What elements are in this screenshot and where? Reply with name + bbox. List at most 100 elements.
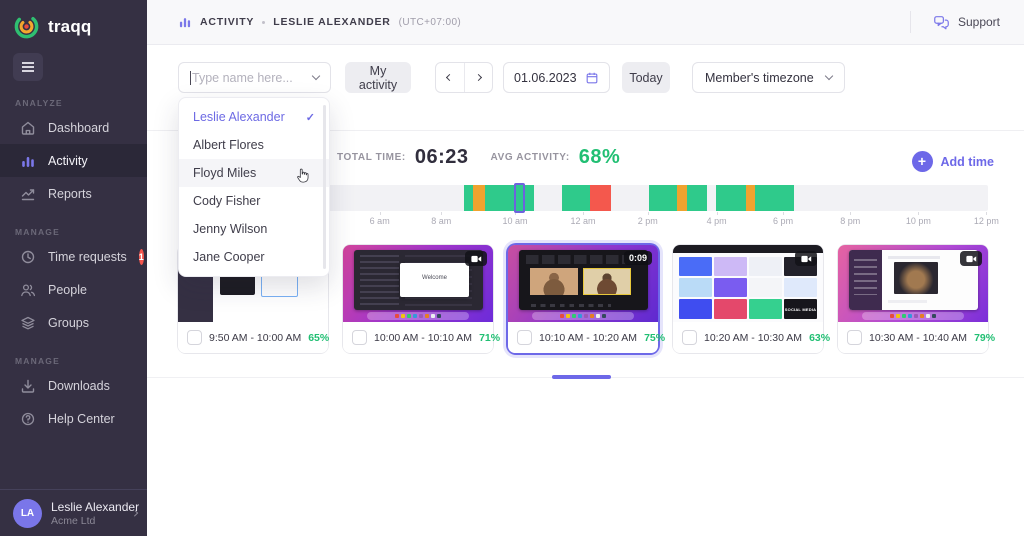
date-picker-field[interactable]: 01.06.2023: [503, 62, 610, 93]
dropdown-option-label: Floyd Miles: [193, 166, 256, 180]
help-icon: [20, 411, 36, 427]
timeline-tick-mark: [783, 212, 784, 215]
sidebar-item-time-requests[interactable]: Time requests1: [0, 240, 147, 273]
screenshot-thumbnail-code-editor[interactable]: Welcome: [343, 245, 493, 322]
timeline-tick-mark: [986, 212, 987, 215]
screenshot-thumbnail-design-gallery[interactable]: SOCIAL MEDIA: [673, 245, 823, 322]
timeline-tick-label: 12 am: [570, 216, 595, 226]
screenshot-card-5[interactable]: 10:30 AM - 10:40 AM79%: [838, 245, 988, 353]
screenshot-card-3[interactable]: 0:0910:10 AM - 10:20 AM75%: [508, 245, 658, 353]
sidebar-collapse-button[interactable]: [13, 53, 43, 81]
screenshot-card-4[interactable]: SOCIAL MEDIA10:20 AM - 10:30 AM63%: [673, 245, 823, 353]
member-search-placeholder: Type name here...: [192, 71, 293, 85]
next-day-button[interactable]: [464, 63, 493, 92]
dropdown-option-jenny-wilson[interactable]: Jenny Wilson: [179, 215, 329, 243]
sidebar-item-people[interactable]: People: [0, 273, 147, 306]
total-time-value: 06:23: [415, 146, 469, 169]
sidebar-user-card[interactable]: LA Leslie Alexander Acme Ltd: [0, 489, 147, 536]
timeline-segment-red: [590, 185, 610, 211]
timeline-segment-green: [687, 185, 707, 211]
gallery-tile: [749, 278, 782, 297]
support-button[interactable]: Support: [933, 15, 1000, 30]
macos-dock: [532, 312, 634, 320]
breadcrumb-user: LESLIE ALEXANDER: [273, 16, 390, 28]
avg-activity-value: 68%: [579, 146, 621, 169]
gallery-tile: [714, 278, 747, 297]
thumb-art: [220, 274, 255, 295]
gallery-tile: [749, 299, 782, 318]
plus-icon: +: [912, 151, 933, 172]
user-company: Acme Ltd: [51, 515, 124, 527]
macos-dock: [862, 312, 964, 320]
screenshot-card-footer: 9:50 AM - 10:00 AM65%: [178, 322, 328, 353]
dropdown-option-label: Jane Cooper: [193, 250, 265, 264]
timeline-segment-green: [649, 185, 677, 211]
my-activity-button[interactable]: My activity: [345, 62, 411, 93]
carousel-scroll-indicator[interactable]: [552, 375, 611, 379]
checkbox[interactable]: [517, 330, 532, 345]
timeline-tick-label: 4 pm: [707, 216, 727, 226]
sidebar-item-activity[interactable]: Activity: [0, 144, 147, 177]
dropdown-option-floyd-miles[interactable]: Floyd Miles: [179, 159, 329, 187]
breadcrumb-separator: [262, 21, 265, 24]
timeline-tick-mark: [380, 212, 381, 215]
timeline-tick-label: 12 pm: [974, 216, 999, 226]
timeline-segment-green: [464, 185, 473, 211]
activity-percent: 71%: [479, 332, 500, 344]
timeline-tick-label: 8 am: [431, 216, 451, 226]
thumb-photo: [894, 262, 938, 293]
user-info: Leslie Alexander Acme Ltd: [51, 500, 124, 527]
checkbox[interactable]: [847, 330, 862, 345]
dropdown-option-albert-flores[interactable]: Albert Flores: [179, 131, 329, 159]
screenshot-thumbnail-chat-app[interactable]: [838, 245, 988, 322]
timeline-selected-slot[interactable]: [514, 183, 525, 213]
today-button[interactable]: Today: [622, 62, 670, 93]
timezone-select[interactable]: Member's timezone: [692, 62, 845, 93]
header-divider: [910, 11, 911, 33]
screenshot-card-footer: 10:30 AM - 10:40 AM79%: [838, 322, 988, 353]
sidebar-item-reports[interactable]: Reports: [0, 177, 147, 210]
sidebar-item-dashboard[interactable]: Dashboard: [0, 111, 147, 144]
app-logo[interactable]: traqq: [0, 0, 147, 40]
timeline-tick-mark: [717, 212, 718, 215]
sidebar-item-label: Dashboard: [48, 121, 109, 135]
avg-activity-label: AVG ACTIVITY:: [490, 152, 569, 163]
screenshot-card-footer: 10:10 AM - 10:20 AM75%: [508, 322, 658, 353]
dropdown-option-cody-fisher[interactable]: Cody Fisher: [179, 187, 329, 215]
timeline-tick-label: 10 am: [502, 216, 527, 226]
breadcrumb-section[interactable]: ACTIVITY: [200, 16, 254, 28]
activity-bars-icon: [178, 15, 192, 29]
traqq-logo-icon: [13, 13, 40, 40]
sidebar-item-help-center[interactable]: Help Center: [0, 402, 147, 435]
prev-day-button[interactable]: [436, 63, 464, 92]
sidebar-section-label-manage-2: MANAGE: [15, 356, 147, 366]
main-content: ACTIVITY LESLIE ALEXANDER (UTC+07:00) Su…: [147, 0, 1024, 536]
checkbox[interactable]: [352, 330, 367, 345]
time-range-label: 10:20 AM - 10:30 AM: [704, 332, 802, 344]
sidebar-item-downloads[interactable]: Downloads: [0, 369, 147, 402]
add-time-button[interactable]: + Add time: [912, 151, 994, 172]
dropdown-option-jane-cooper[interactable]: Jane Cooper: [179, 243, 329, 271]
time-range-label: 9:50 AM - 10:00 AM: [209, 332, 301, 344]
thumb-dialog-title: Welcome: [400, 275, 469, 281]
timeline-tick-label: 8 pm: [840, 216, 860, 226]
chevron-left-icon: [446, 74, 453, 81]
dropdown-scrollbar[interactable]: [323, 105, 326, 269]
thumb-art: [526, 255, 640, 265]
dropdown-option-label: Jenny Wilson: [193, 222, 267, 236]
checkbox[interactable]: [682, 330, 697, 345]
sidebar-section-label-analyze-0: ANALYZE: [15, 98, 147, 108]
dropdown-option-leslie-alexander[interactable]: Leslie Alexander✓: [179, 103, 329, 131]
time-range-label: 10:00 AM - 10:10 AM: [374, 332, 472, 344]
avatar: LA: [13, 499, 42, 528]
checkbox[interactable]: [187, 330, 202, 345]
member-search-select[interactable]: Type name here...: [178, 62, 331, 93]
gallery-tile: [714, 257, 747, 276]
screenshot-thumbnail-video-call[interactable]: 0:09: [508, 245, 658, 322]
thumb-art: [888, 256, 940, 259]
screenshot-card-2[interactable]: Welcome10:00 AM - 10:10 AM71%: [343, 245, 493, 353]
thumb-art: [888, 300, 927, 303]
camera-badge-icon: [465, 251, 487, 266]
gallery-tile: [784, 278, 817, 297]
sidebar-item-groups[interactable]: Groups: [0, 306, 147, 339]
